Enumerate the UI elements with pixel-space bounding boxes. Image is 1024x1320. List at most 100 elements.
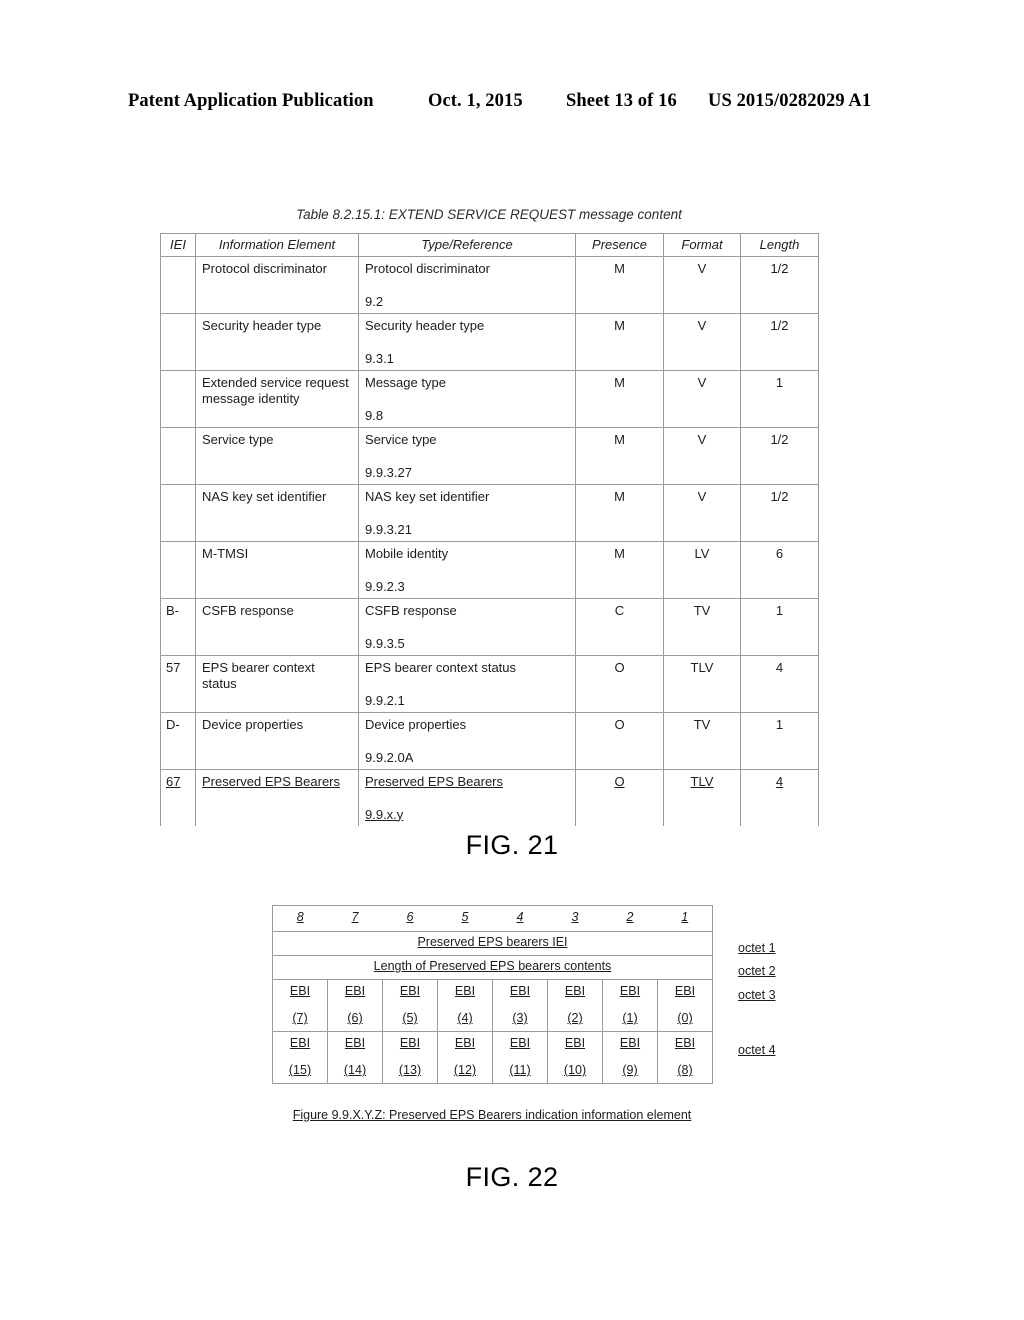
ebi-cell-11: EBI (11) — [492, 1031, 548, 1084]
bit-number-2: 2 — [602, 905, 658, 932]
cell-information-element: NAS key set identifier — [195, 484, 359, 542]
cell-presence: M — [575, 256, 664, 314]
message-content-table: IEI Information Element Type/Reference P… — [160, 233, 819, 826]
information-element-diagram: 8 7 6 5 4 3 2 1 Preserved EPS bearers IEI Length … — [272, 905, 713, 1084]
ebi-cell-6: EBI (6) — [327, 979, 383, 1032]
cell-information-element: CSFB response — [195, 598, 359, 656]
cell-type-reference: Protocol discriminator 9.2 — [358, 256, 576, 314]
bit-number-5: 5 — [437, 905, 493, 932]
table-title: Table 8.2.15.1: EXTEND SERVICE REQUEST m… — [296, 207, 682, 222]
cell-information-element: Security header type — [195, 313, 359, 371]
cell-presence: O — [575, 769, 664, 826]
cell-format: V — [663, 484, 741, 542]
cell-presence: M — [575, 370, 664, 428]
table-row: B- CSFB response CSFB response 9.9.3.5 C TV 1 — [160, 598, 819, 656]
table-row: 67 Preserved EPS Bearers Preserved EPS Bea… — [160, 769, 819, 826]
cell-length: 6 — [740, 541, 819, 599]
cell-format: TLV — [663, 655, 741, 713]
ebi-cell-1: EBI (1) — [602, 979, 658, 1032]
cell-iei: 57 — [160, 655, 196, 713]
ebi-row-1: EBI (7) EBI (6) EBI (5) EBI (4) EBI (3) EBI (2) EBI(… — [272, 979, 713, 1032]
ebi-cell-12: EBI (12) — [437, 1031, 493, 1084]
iei-row: Preserved EPS bearers IEI — [272, 931, 713, 956]
publication-label: Patent Application Publication — [128, 91, 374, 111]
cell-presence: M — [575, 541, 664, 599]
cell-type-reference: Preserved EPS Bearers 9.9.x.y — [358, 769, 576, 826]
table-row: Extended service request message identity… — [160, 370, 819, 428]
ebi-cell-10: EBI (10) — [547, 1031, 603, 1084]
ebi-cell-5: EBI (5) — [382, 979, 438, 1032]
cell-presence: C — [575, 598, 664, 656]
bit-number-row: 87654321 — [272, 905, 713, 932]
cell-type-reference: Security header type 9.3.1 — [358, 313, 576, 371]
cell-presence: M — [575, 427, 664, 485]
ebi-cell-4: EBI (4) — [437, 979, 493, 1032]
cell-length: 1/2 — [740, 313, 819, 371]
bit-number-8: 8 — [272, 905, 328, 932]
table-row: 57 EPS bearer context status EPS bearer con… — [160, 655, 819, 713]
ebi-cell-14: EBI (14) — [327, 1031, 383, 1084]
table-row: Protocol discriminator Protocol discrimin… — [160, 256, 819, 314]
cell-format: V — [663, 313, 741, 371]
cell-iei — [160, 427, 196, 485]
bit-number-6: 6 — [382, 905, 438, 932]
cell-type-reference: Mobile identity 9.9.2.3 — [358, 541, 576, 599]
column-header-format: Format — [663, 233, 741, 257]
cell-iei: D- — [160, 712, 196, 770]
cell-type-reference: Message type 9.8 — [358, 370, 576, 428]
cell-iei — [160, 313, 196, 371]
bit-number-4: 4 — [492, 905, 548, 932]
ebi-cell-8: EBI (8) — [657, 1031, 713, 1084]
column-header-information-element: Information Element — [195, 233, 359, 257]
cell-type-reference: Device properties 9.9.2.0A — [358, 712, 576, 770]
cell-information-element: Protocol discriminator — [195, 256, 359, 314]
ebi-cell-3: EBI (3) — [492, 979, 548, 1032]
cell-iei — [160, 370, 196, 428]
cell-iei — [160, 484, 196, 542]
cell-format: TV — [663, 598, 741, 656]
cell-type-reference: NAS key set identifier 9.9.3.21 — [358, 484, 576, 542]
ebi-cell-15: EBI (15) — [272, 1031, 328, 1084]
octet-label-1: octet 1 — [738, 941, 776, 955]
cell-type-reference: EPS bearer context status 9.9.2.1 — [358, 655, 576, 713]
ebi-cell-9: EBI (9) — [602, 1031, 658, 1084]
cell-type-reference: Service type 9.9.3.27 — [358, 427, 576, 485]
octet-label-2: octet 2 — [738, 964, 776, 978]
cell-length: 1 — [740, 712, 819, 770]
ebi-cell-7: EBI (7) — [272, 979, 328, 1032]
ebi-row-2: EBI (15) EBI (14) EBI (13) EBI (12) EBI (11) EBI (1… — [272, 1031, 713, 1084]
figure-21-label: FIG. 21 — [465, 830, 559, 860]
diagram-body: 8 7 6 5 4 3 2 1 Preserved EPS bearers IEI Length … — [272, 905, 713, 1084]
cell-presence: O — [575, 655, 664, 713]
cell-information-element: Extended service request message identity — [195, 370, 359, 428]
cell-length: 1/2 — [740, 484, 819, 542]
ebi-cell-0: EBI (0) — [657, 979, 713, 1032]
bit-number-7: 7 — [327, 905, 383, 932]
figure-22-label: FIG. 22 — [465, 1162, 559, 1192]
cell-format: V — [663, 427, 741, 485]
cell-format: TLV — [663, 769, 741, 826]
patent-number: US 2015/0282029 A1 — [708, 91, 872, 111]
cell-iei: B- — [160, 598, 196, 656]
cell-format: LV — [663, 541, 741, 599]
cell-format: V — [663, 256, 741, 314]
cell-iei — [160, 541, 196, 599]
length-row: Length of Preserved EPS bearers contents — [272, 955, 713, 980]
patent-page-header: Patent Application Publication Oct. 1, 2… — [0, 88, 1024, 114]
octet-label-3: octet 3 — [738, 988, 776, 1002]
cell-type-reference: CSFB response 9.9.3.5 — [358, 598, 576, 656]
cell-iei: 67 — [160, 769, 196, 826]
length-row-cell: Length of Preserved EPS bearers contents — [272, 955, 713, 980]
cell-length: 1/2 — [740, 427, 819, 485]
bit-number-3: 3 — [547, 905, 603, 932]
octet-label-4: octet 4 — [738, 1043, 776, 1057]
column-header-iei: IEI — [160, 233, 196, 257]
cell-information-element: EPS bearer context status — [195, 655, 359, 713]
column-header-length: Length — [740, 233, 819, 257]
cell-length: 1/2 — [740, 256, 819, 314]
cell-information-element: Service type — [195, 427, 359, 485]
table-row: Service type Service type 9.9.3.27 M V 1/2 — [160, 427, 819, 485]
ebi-cell-13: EBI (13) — [382, 1031, 438, 1084]
cell-presence: O — [575, 712, 664, 770]
cell-length: 1 — [740, 370, 819, 428]
